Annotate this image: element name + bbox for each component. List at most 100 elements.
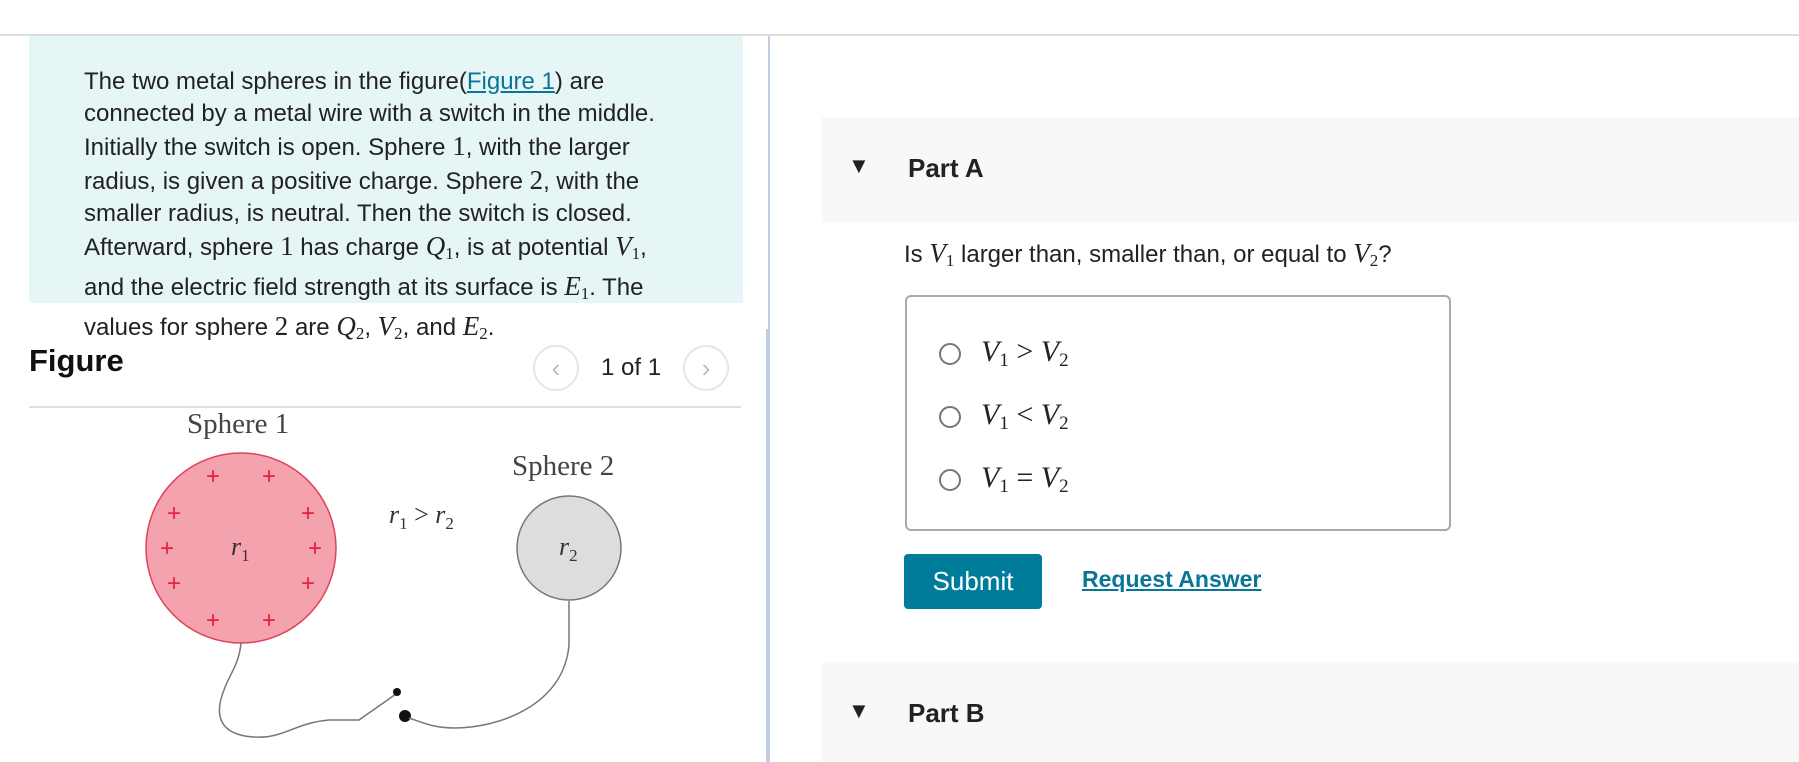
math-sub: 1 xyxy=(445,244,454,263)
text: , xyxy=(364,314,378,341)
text: Afterward, sphere xyxy=(84,234,281,261)
part-a-header[interactable]: ▼ Part A xyxy=(822,117,1799,222)
part-a-title: Part A xyxy=(908,153,984,183)
switch-contact-top xyxy=(393,688,401,696)
problem-line: radius, is given a positive charge. Sphe… xyxy=(84,164,754,198)
part-b-header[interactable]: ▼ Part B xyxy=(822,662,1799,762)
option-label: V1 > V2 xyxy=(981,335,1069,372)
text: ) are xyxy=(554,68,605,95)
math-Q1: Q1 xyxy=(426,231,454,263)
math-sub: 2 xyxy=(1369,251,1379,270)
sym: V xyxy=(981,461,1000,494)
rel-b-sub: 2 xyxy=(445,514,454,533)
plus-charge: + xyxy=(206,463,220,490)
math-Q2: Q2 xyxy=(336,311,364,343)
sub: 2 xyxy=(1059,350,1069,371)
math-V2: V2 xyxy=(377,311,403,343)
figure-pager: ‹ 1 of 1 › xyxy=(533,343,730,393)
math-symbol: V xyxy=(615,231,632,261)
text: has charge xyxy=(293,234,426,261)
rel-a-sub: 1 xyxy=(399,514,408,533)
sub: 1 xyxy=(999,476,1009,497)
sphere1-label: Sphere 1 xyxy=(187,408,289,440)
problem-line: Initially the switch is open. Sphere 1, … xyxy=(84,130,754,164)
math-symbol: E xyxy=(564,271,581,301)
math: 1 xyxy=(452,131,466,161)
text: . The xyxy=(589,274,644,301)
plus-charge: + xyxy=(262,607,276,634)
sphere2-label: Sphere 2 xyxy=(512,450,614,482)
sym: V xyxy=(981,335,1000,368)
math-sub: 1 xyxy=(580,284,590,303)
problem-line: Afterward, sphere 1 has charge Q1, is at… xyxy=(84,230,754,270)
plus-charge: + xyxy=(301,570,315,597)
prev-figure-button[interactable]: ‹ xyxy=(533,345,579,391)
math-symbol: V xyxy=(1353,238,1370,268)
r2-sub: 2 xyxy=(569,546,578,565)
math-V1: V1 xyxy=(929,238,954,270)
math-symbol: V xyxy=(377,311,395,341)
submit-button[interactable]: Submit xyxy=(904,554,1042,609)
figure-link[interactable]: Figure 1 xyxy=(467,68,555,95)
answer-options: V1 > V2 V1 < V2 V1 = V2 xyxy=(905,295,1451,531)
problem-line: smaller radius, is neutral. Then the swi… xyxy=(84,200,632,227)
collapse-triangle-icon[interactable]: ▼ xyxy=(848,698,870,724)
figure-heading: Figure xyxy=(29,343,124,378)
part-b-title: Part B xyxy=(908,698,985,728)
plus-charge: + xyxy=(262,463,276,490)
part-a-question: Is V1 larger than, smaller than, or equa… xyxy=(904,238,1392,271)
next-figure-button[interactable]: › xyxy=(683,345,730,391)
sub: 2 xyxy=(1059,476,1069,497)
math-E1: E1 xyxy=(564,271,590,303)
math-symbol: E xyxy=(462,311,480,341)
problem-line: and the electric field strength at its s… xyxy=(84,270,754,310)
sym: V xyxy=(1040,461,1060,494)
math-symbol: V xyxy=(929,238,946,268)
math: 1 xyxy=(280,231,294,261)
collapse-triangle-icon[interactable]: ▼ xyxy=(848,153,870,179)
request-answer-link[interactable]: Request Answer xyxy=(1082,566,1261,593)
math-sub: 2 xyxy=(479,324,488,343)
math-sub: 2 xyxy=(394,324,403,343)
sym: V xyxy=(1040,398,1060,431)
text: , and xyxy=(402,314,463,341)
radius-relation: r1 > r2 xyxy=(389,500,454,533)
math-V1: V1 xyxy=(615,231,641,263)
option-label: V1 = V2 xyxy=(981,461,1069,498)
math-symbol: Q xyxy=(336,311,356,341)
option-equal[interactable]: V1 = V2 xyxy=(939,461,1069,498)
math-sub: 1 xyxy=(631,244,641,263)
math-V2: V2 xyxy=(1353,238,1379,270)
text: Initially the switch is open. Sphere xyxy=(84,134,453,161)
text: , xyxy=(640,234,647,261)
plus-charge: + xyxy=(167,570,181,597)
math-E2: E2 xyxy=(462,311,488,343)
wire-right xyxy=(408,601,570,729)
option-less[interactable]: V1 < V2 xyxy=(939,398,1069,435)
text: ? xyxy=(1378,241,1392,268)
math: 2 xyxy=(529,165,544,195)
sym: V xyxy=(981,398,1000,431)
problem-line: connected by a metal wire with a switch … xyxy=(84,100,655,127)
radio-button[interactable] xyxy=(939,342,961,365)
text: larger than, smaller than, or equal to xyxy=(954,241,1354,268)
radio-button[interactable] xyxy=(939,405,961,428)
math: 2 xyxy=(274,311,289,341)
text: . xyxy=(487,314,495,341)
option-label: V1 < V2 xyxy=(981,398,1069,435)
sub: 2 xyxy=(1059,413,1069,434)
text: , with the larger xyxy=(465,134,630,161)
op: > xyxy=(1008,335,1041,368)
problem-line: The two metal spheres in the figure(Figu… xyxy=(84,66,754,98)
text: radius, is given a positive charge. Sphe… xyxy=(84,168,530,195)
scrollbar-track[interactable] xyxy=(766,329,769,762)
chevron-left-icon: ‹ xyxy=(551,352,561,383)
text: , with the xyxy=(543,168,640,195)
plus-charge: + xyxy=(206,607,220,634)
text: are xyxy=(288,314,337,341)
option-greater[interactable]: V1 > V2 xyxy=(939,335,1069,372)
problem-statement: The two metal spheres in the figure(Figu… xyxy=(29,36,743,343)
radio-button[interactable] xyxy=(939,468,961,491)
plus-charge: + xyxy=(301,500,315,527)
plus-charge: + xyxy=(308,535,322,562)
